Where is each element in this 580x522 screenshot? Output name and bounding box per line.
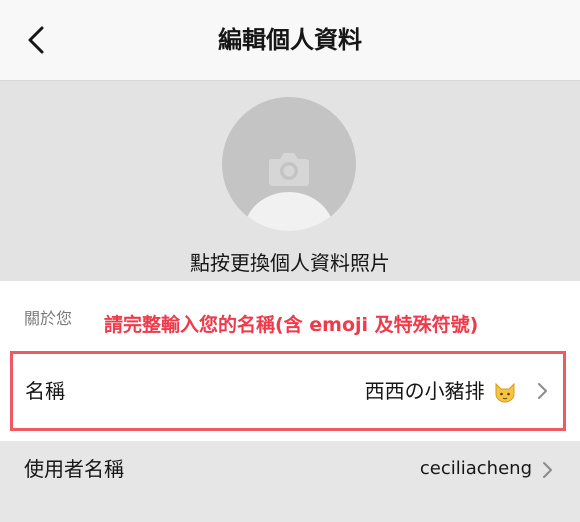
name-label: 名稱 — [25, 379, 65, 403]
username-label: 使用者名稱 — [24, 457, 124, 481]
username-row[interactable]: 使用者名稱 ceciliacheng — [0, 441, 580, 522]
cat-face-icon — [495, 382, 515, 402]
section-label: 關於您 — [24, 309, 73, 328]
change-photo-link[interactable]: 點按更換個人資料照片 — [0, 247, 580, 276]
avatar-section: 點按更換個人資料照片 — [0, 81, 580, 281]
header-bar: 編輯個人資料 — [0, 0, 580, 81]
name-value-wrap: 西西の小豬排 — [365, 354, 517, 428]
name-value: 西西の小豬排 — [364, 379, 485, 403]
chevron-right-icon — [538, 383, 547, 399]
camera-icon — [269, 153, 309, 186]
warning-text: 請完整輸入您的名稱(含 emoji 及特殊符號) — [104, 314, 479, 336]
avatar[interactable] — [222, 97, 356, 231]
name-row[interactable]: 名稱 西西の小豬排 — [10, 351, 566, 431]
username-value: ceciliacheng — [419, 458, 532, 479]
avatar-silhouette — [244, 192, 334, 231]
chevron-right-icon — [543, 462, 552, 478]
page-title: 編輯個人資料 — [218, 26, 362, 54]
about-card: 關於您 請完整輸入您的名稱(含 emoji 及特殊符號) 名稱 西西の小豬排 — [0, 281, 580, 441]
